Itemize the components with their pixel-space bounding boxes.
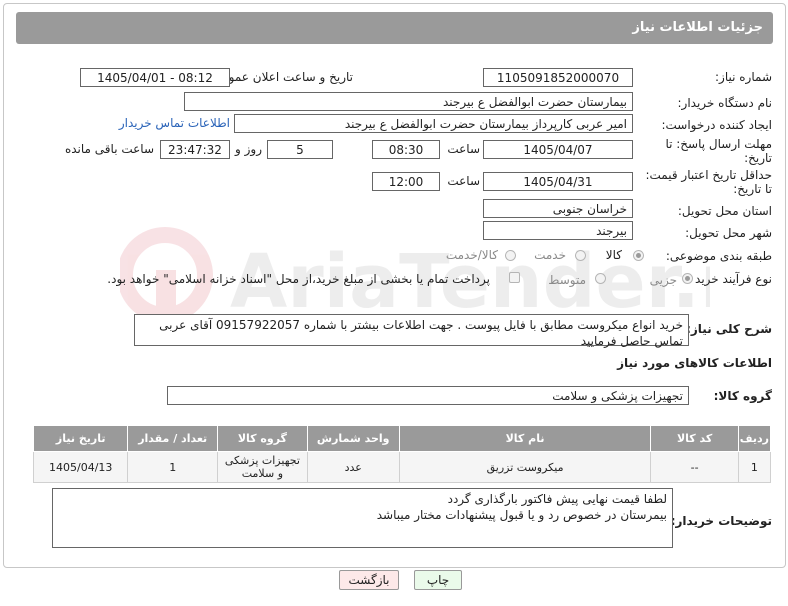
delivery-city-label: شهر محل تحویل: xyxy=(685,226,772,240)
process-radio-minor[interactable] xyxy=(682,273,693,284)
cell-group: تجهیزات پزشکی و سلامت xyxy=(216,451,308,483)
col-unit: واحد شمارش xyxy=(306,425,400,452)
need-number-field: 1105091852000070 xyxy=(483,68,633,87)
reply-time-label: ساعت xyxy=(447,142,480,156)
col-group: گروه کالا xyxy=(216,425,308,452)
col-code: کد کالا xyxy=(650,425,739,452)
process-radio-medium[interactable] xyxy=(595,273,606,284)
col-quantity: تعداد / مقدار xyxy=(127,425,218,452)
cell-code: -- xyxy=(650,451,739,483)
header-bar: جزئیات اطلاعات نیاز xyxy=(16,12,773,44)
category-radio-goods[interactable] xyxy=(633,250,644,261)
reply-deadline-label: مهلت ارسال پاسخ: تا xyxy=(665,137,772,151)
page-title: جزئیات اطلاعات نیاز xyxy=(632,20,763,35)
process-option-minor: جزیی xyxy=(649,273,677,287)
price-validity-label: حداقل تاریخ اعتبار قیمت: xyxy=(645,168,772,182)
col-row: ردیف xyxy=(737,425,772,452)
reply-deadline-date: 1405/04/07 xyxy=(483,140,633,159)
cell-name: میکروست تزریق xyxy=(398,451,652,483)
category-option-goods-service: کالا/خدمت xyxy=(445,248,498,262)
purchase-process-label: نوع فرآیند خرید : xyxy=(687,272,772,286)
delivery-city-field: بیرجند xyxy=(483,221,633,240)
category-radio-service[interactable] xyxy=(575,250,586,261)
goods-group-label: گروه کالا: xyxy=(713,389,772,403)
table-header-row: ردیف کد کالا نام کالا واحد شمارش گروه کا… xyxy=(32,425,772,452)
buyer-org-field: بیمارستان حضرت ابوالفضل ع بیرجند xyxy=(184,92,633,111)
col-date: تاریخ نیاز xyxy=(32,425,129,452)
buyer-notes-field: لطفا قیمت نهایی پیش فاکتور بارگذاری گردد… xyxy=(52,488,673,548)
category-label: طبقه بندی موضوعی: xyxy=(665,249,772,263)
requester-label: ایجاد کننده درخواست: xyxy=(661,118,772,132)
cell-unit: عدد xyxy=(306,451,400,483)
price-validity-time-label: ساعت xyxy=(447,174,480,188)
items-table: ردیف کد کالا نام کالا واحد شمارش گروه کا… xyxy=(32,425,772,483)
print-button[interactable]: چاپ xyxy=(414,570,462,590)
reply-days-field: 5 xyxy=(267,140,333,159)
process-option-medium: متوسط xyxy=(548,273,586,287)
delivery-province-field: خراسان جنوبی xyxy=(483,199,633,218)
announce-datetime-field: 1405/04/01 - 08:12 xyxy=(80,68,230,87)
category-radio-goods-service[interactable] xyxy=(505,250,516,261)
cell-row: 1 xyxy=(737,451,772,483)
table-row: 1 -- میکروست تزریق عدد تجهیزات پزشکی و س… xyxy=(32,451,772,483)
description-label: شرح کلی نیاز: xyxy=(686,322,772,336)
back-button[interactable]: بازگشت xyxy=(339,570,399,590)
description-field: خرید انواع میکروست مطابق با فایل پیوست .… xyxy=(134,314,689,348)
category-option-goods: کالا xyxy=(605,248,622,262)
goods-info-title: اطلاعات کالاهای مورد نیاز xyxy=(617,356,772,370)
buyer-notes-label: توضیحات خریدار: xyxy=(670,514,772,528)
price-validity-date: 1405/04/31 xyxy=(483,172,633,191)
col-name: نام کالا xyxy=(398,425,652,452)
need-number-label: شماره نیاز: xyxy=(715,70,772,84)
cell-date: 1405/04/13 xyxy=(32,451,129,483)
reply-deadline-time: 08:30 xyxy=(372,140,440,159)
buyer-notes-line-1: لطفا قیمت نهایی پیش فاکتور بارگذاری گردد xyxy=(447,492,667,506)
price-validity-label-2: تا تاریخ: xyxy=(733,182,772,196)
price-validity-time: 12:00 xyxy=(372,172,440,191)
buyer-notes-line-2: بیمرستان در خصوص رد و یا قبول پیشنهادات … xyxy=(376,508,667,522)
reply-days-label: روز و xyxy=(235,142,262,156)
treasury-payment-note: پرداخت تمام یا بخشی از مبلغ خرید،از محل … xyxy=(107,272,490,286)
remaining-time-field: 23:47:32 xyxy=(160,140,230,159)
buyer-contact-link[interactable]: اطلاعات تماس خریدار xyxy=(119,116,230,130)
remaining-time-label: ساعت باقی مانده xyxy=(64,142,154,156)
category-option-service: خدمت xyxy=(534,248,566,262)
delivery-province-label: استان محل تحویل: xyxy=(677,204,772,218)
treasury-payment-checkbox[interactable] xyxy=(509,272,520,283)
goods-group-field: تجهیزات پزشکی و سلامت xyxy=(167,386,689,405)
requester-field: امیر عربی کارپرداز بیمارستان حضرت ابوالف… xyxy=(234,114,633,133)
cell-quantity: 1 xyxy=(127,451,218,483)
reply-deadline-label-2: تاریخ: xyxy=(744,151,772,165)
buyer-org-label: نام دستگاه خریدار: xyxy=(677,96,773,110)
